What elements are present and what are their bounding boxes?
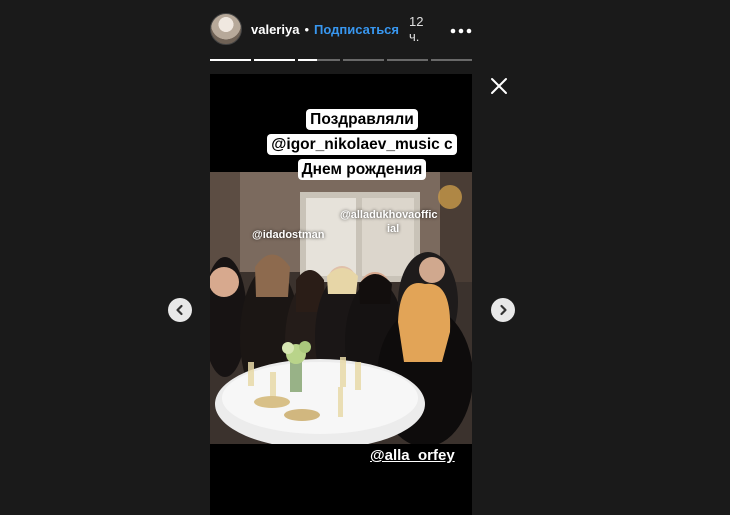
previous-story-button[interactable] [168,298,192,322]
caption-sticker: Поздравляли @igor_nikolaev_music с Днем … [262,107,462,182]
caption-line-3: Днем рождения [297,159,427,180]
caption-line-2[interactable]: @igor_nikolaev_music с [267,134,457,155]
progress-segment [298,59,340,61]
story-header: valeriya • Подписаться 12 ч. [210,12,472,46]
more-horizontal-icon [450,28,472,34]
more-options-button[interactable] [450,21,472,37]
story-progress [210,59,473,61]
chevron-right-icon [500,304,507,316]
next-story-button[interactable] [491,298,515,322]
mention-alladukhova-line-2: ial [387,223,400,235]
progress-segment [430,59,473,61]
subscribe-button[interactable]: Подписаться [314,22,399,37]
progress-segment [254,59,296,61]
chevron-left-icon [176,304,183,316]
avatar[interactable] [210,13,242,45]
progress-fill [254,59,296,61]
progress-fill [210,59,252,61]
progress-segment [210,59,252,61]
progress-fill [298,59,317,61]
username[interactable]: valeriya [251,22,299,37]
mention-alla-orfey[interactable]: @alla_orfey [370,447,455,464]
progress-segment [386,59,428,61]
close-icon [491,78,507,94]
mention-alladukhova[interactable]: @alladukhovaoffic ial [340,208,438,236]
story-frame[interactable]: Поздравляли @igor_nikolaev_music с Днем … [210,74,472,515]
timestamp: 12 ч. [409,14,424,44]
mention-alladukhova-line-1: @alladukhovaoffic [340,209,438,221]
progress-segment [342,59,384,61]
mention-idadostman[interactable]: @idadostman [252,229,324,241]
separator-dot: • [304,21,309,37]
caption-line-1: Поздравляли [306,109,418,130]
close-button[interactable] [489,76,509,96]
